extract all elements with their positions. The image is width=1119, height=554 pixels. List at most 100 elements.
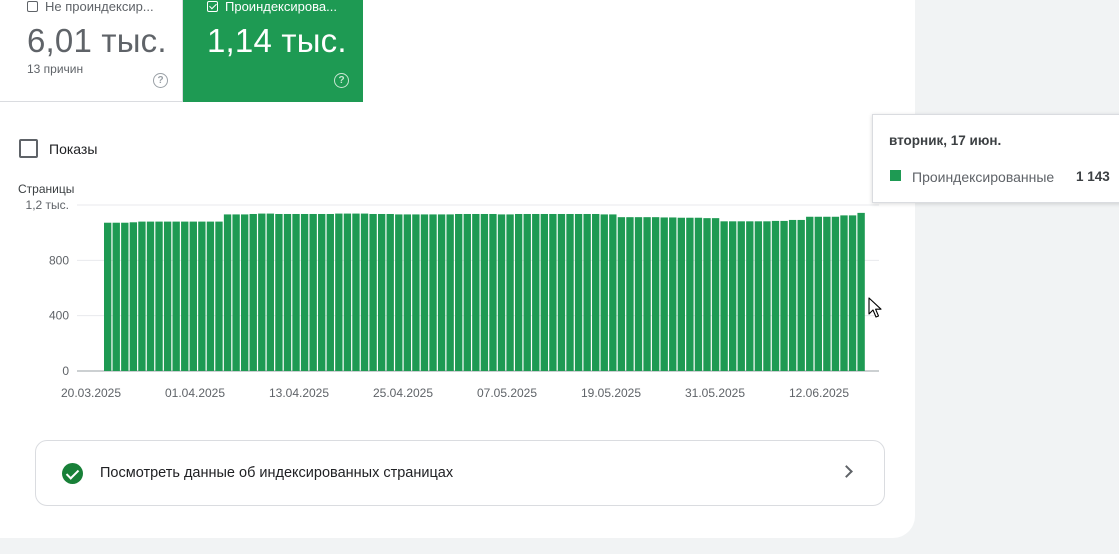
chart-bar[interactable] [506, 214, 514, 371]
chart-bar[interactable] [369, 213, 377, 371]
chart-bar[interactable] [669, 217, 677, 371]
chart-bar[interactable] [283, 213, 292, 371]
chart-bar[interactable] [617, 217, 626, 371]
chart-bar[interactable] [232, 214, 240, 371]
impressions-checkbox[interactable] [19, 139, 38, 158]
chart-bar[interactable] [566, 213, 574, 371]
chart-bar[interactable] [223, 214, 232, 371]
chart-bar[interactable] [352, 213, 360, 371]
chart-bar[interactable] [155, 221, 163, 371]
chart-bar[interactable] [634, 217, 643, 371]
chart-bar[interactable] [797, 219, 805, 371]
chart-bar[interactable] [266, 213, 275, 371]
chart-bar[interactable] [549, 213, 557, 371]
chart-bar[interactable] [814, 216, 822, 371]
chart-bar[interactable] [163, 221, 172, 371]
chart-bar[interactable] [472, 213, 480, 371]
chart-bar[interactable] [215, 221, 223, 371]
chart-bar[interactable] [138, 221, 146, 371]
chart-bar[interactable] [429, 214, 437, 371]
chart-bar[interactable] [463, 213, 471, 371]
mouse-cursor-icon [868, 297, 882, 318]
chart-bar[interactable] [129, 222, 138, 371]
chart-bar[interactable] [121, 222, 129, 371]
chart-bar[interactable] [386, 213, 394, 371]
chart-bar[interactable] [788, 219, 797, 371]
chart-bar[interactable] [446, 214, 454, 371]
chart-bar[interactable] [694, 217, 703, 371]
chart-bar[interactable] [412, 214, 420, 371]
chart-bar[interactable] [780, 220, 788, 371]
chart-bar[interactable] [806, 216, 814, 371]
chart-bar[interactable] [771, 220, 780, 371]
chart-bar[interactable] [318, 213, 326, 371]
chart-bar[interactable] [326, 213, 334, 371]
indexed-checkbox[interactable] [207, 1, 218, 12]
chart-bar[interactable] [592, 213, 600, 371]
chart-bar[interactable] [557, 213, 566, 371]
chart-bar[interactable] [420, 214, 429, 371]
chart-bar[interactable] [335, 213, 343, 371]
view-indexed-pages-link[interactable]: Посмотреть данные об индексированных стр… [35, 440, 885, 506]
chart-bar[interactable] [540, 213, 549, 371]
chart-bar[interactable] [112, 222, 120, 371]
chart-bar[interactable] [403, 214, 412, 371]
chart-bar[interactable] [626, 217, 634, 371]
chart-bar[interactable] [857, 212, 865, 371]
help-icon[interactable]: ? [153, 73, 168, 88]
chart-bar[interactable] [377, 213, 386, 371]
chart-bar[interactable] [240, 214, 249, 371]
chart-bar[interactable] [720, 221, 728, 371]
chart-bar[interactable] [651, 217, 660, 371]
chart-bar[interactable] [823, 216, 831, 371]
chart-bar[interactable] [249, 213, 257, 371]
chart-bar[interactable] [729, 221, 737, 371]
help-icon[interactable]: ? [334, 73, 349, 88]
chart-bar[interactable] [146, 221, 155, 371]
chart-bar[interactable] [686, 217, 694, 371]
impressions-toggle[interactable]: Показы [19, 139, 97, 158]
chart-bar[interactable] [300, 213, 309, 371]
chart-bar[interactable] [703, 218, 711, 371]
chart-bar[interactable] [600, 214, 608, 371]
chart-bar[interactable] [532, 213, 540, 371]
chart-bar[interactable] [609, 214, 617, 371]
chart-bar[interactable] [574, 213, 583, 371]
chart-bar[interactable] [831, 216, 840, 371]
chart-bar[interactable] [395, 214, 403, 371]
chart-bar[interactable] [660, 217, 668, 371]
chart-bar[interactable] [763, 221, 771, 371]
chart-bar[interactable] [583, 213, 591, 371]
chart-bar[interactable] [172, 221, 180, 371]
chart-bar[interactable] [206, 221, 215, 371]
chart-bar[interactable] [480, 213, 489, 371]
not-indexed-checkbox[interactable] [27, 1, 38, 12]
chart-bar[interactable] [198, 221, 206, 371]
chart-bar[interactable] [455, 213, 463, 371]
chart-bar[interactable] [643, 217, 651, 371]
chart-bar[interactable] [437, 214, 446, 371]
chart-bar[interactable] [737, 221, 745, 371]
chart-bar[interactable] [181, 221, 189, 371]
chart-bar[interactable] [754, 221, 763, 371]
chart-bar[interactable] [489, 213, 497, 371]
chart-bar[interactable] [189, 221, 197, 371]
chart-bar[interactable] [360, 213, 369, 371]
chart-bar[interactable] [343, 213, 352, 371]
indexed-tile[interactable]: Проиндексирова... 1,14 тыс. ? [183, 0, 363, 102]
chart-bar[interactable] [746, 221, 754, 371]
indexed-pages-chart[interactable]: Страницы 0 400 800 1,2 тыс. 20.03.2025 01.04… [0, 175, 880, 410]
chart-bar[interactable] [258, 213, 266, 371]
chart-bar[interactable] [309, 213, 317, 371]
chart-bar[interactable] [497, 214, 506, 371]
chart-bar[interactable] [711, 218, 720, 371]
chart-bar[interactable] [523, 213, 531, 371]
chart-bar[interactable] [840, 215, 848, 372]
chart-bar[interactable] [848, 215, 857, 372]
chart-bar[interactable] [275, 213, 283, 371]
not-indexed-tile[interactable]: Не проиндексир... 6,01 тыс. 13 причин ? [0, 0, 183, 102]
chart-bar[interactable] [104, 222, 112, 371]
chart-bar[interactable] [514, 213, 523, 371]
chart-bar[interactable] [677, 217, 685, 371]
chart-bar[interactable] [292, 213, 300, 371]
